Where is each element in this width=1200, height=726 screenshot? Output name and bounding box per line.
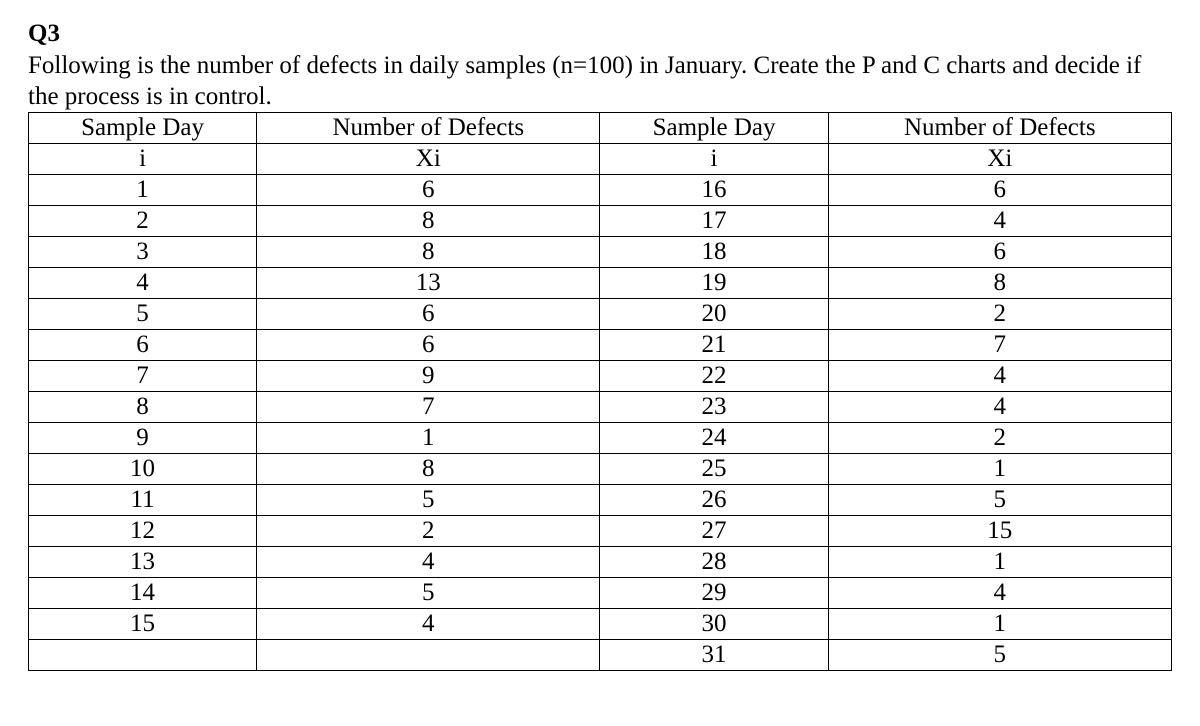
table-row: 38186	[29, 236, 1172, 267]
table-cell: 2	[828, 298, 1171, 329]
table-cell: 1	[257, 422, 600, 453]
table-cell: 4	[257, 608, 600, 639]
question-label: Q3	[28, 20, 1172, 48]
table-cell: 7	[828, 329, 1171, 360]
table-cell: 8	[828, 267, 1171, 298]
table-cell: 21	[600, 329, 828, 360]
table-cell: 16	[600, 174, 828, 205]
table-cell: 2	[828, 422, 1171, 453]
table-cell: 29	[600, 577, 828, 608]
table-cell: 10	[29, 453, 257, 484]
table-cell: 18	[600, 236, 828, 267]
table-row: 87234	[29, 391, 1172, 422]
table-cell: 5	[257, 484, 600, 515]
table-cell: 20	[600, 298, 828, 329]
table-cell: 5	[257, 577, 600, 608]
table-cell: 5	[29, 298, 257, 329]
table-cell: 25	[600, 453, 828, 484]
table-cell: 8	[257, 453, 600, 484]
table-cell: 3	[29, 236, 257, 267]
table-cell: 22	[600, 360, 828, 391]
table-header-row-1: Sample Day Number of Defects Sample Day …	[29, 112, 1172, 143]
table-row: 28174	[29, 205, 1172, 236]
table-cell: 1	[828, 608, 1171, 639]
table-cell: 19	[600, 267, 828, 298]
table-cell: 26	[600, 484, 828, 515]
table-cell: 9	[29, 422, 257, 453]
table-row: 56202	[29, 298, 1172, 329]
table-row: 16166	[29, 174, 1172, 205]
table-row: 108251	[29, 453, 1172, 484]
table-cell: 7	[257, 391, 600, 422]
table-cell: 12	[29, 515, 257, 546]
table-cell: 31	[600, 639, 828, 670]
table-cell: 28	[600, 546, 828, 577]
table-cell: 4	[828, 391, 1171, 422]
table-row: 91242	[29, 422, 1172, 453]
table-cell: 14	[29, 577, 257, 608]
table-cell: 8	[29, 391, 257, 422]
table-cell: 2	[29, 205, 257, 236]
table-cell: 6	[257, 329, 600, 360]
table-cell: 1	[29, 174, 257, 205]
table-cell: 8	[257, 205, 600, 236]
table-cell: 17	[600, 205, 828, 236]
table-row: 154301	[29, 608, 1172, 639]
header-sample-day-2: Sample Day	[600, 112, 828, 143]
table-cell: 27	[600, 515, 828, 546]
table-cell: 5	[828, 484, 1171, 515]
table-row: 79224	[29, 360, 1172, 391]
table-cell: 4	[828, 205, 1171, 236]
table-row: 315	[29, 639, 1172, 670]
table-cell: 6	[828, 236, 1171, 267]
table-cell: 7	[29, 360, 257, 391]
table-row: 413198	[29, 267, 1172, 298]
table-cell: 1	[828, 546, 1171, 577]
table-cell: 11	[29, 484, 257, 515]
table-cell: 4	[828, 577, 1171, 608]
table-cell	[257, 639, 600, 670]
table-cell: 6	[257, 298, 600, 329]
table-cell: 15	[29, 608, 257, 639]
question-text: Following is the number of defects in da…	[28, 50, 1172, 113]
table-cell: 6	[257, 174, 600, 205]
table-cell: 4	[29, 267, 257, 298]
table-cell: 13	[29, 546, 257, 577]
table-header-row-2: i Xi i Xi	[29, 143, 1172, 174]
table-cell: 5	[828, 639, 1171, 670]
table-cell: 6	[29, 329, 257, 360]
table-row: 134281	[29, 546, 1172, 577]
table-cell: 24	[600, 422, 828, 453]
table-cell: 6	[828, 174, 1171, 205]
table-cell: 4	[257, 546, 600, 577]
table-cell: 23	[600, 391, 828, 422]
table-row: 145294	[29, 577, 1172, 608]
defects-table: Sample Day Number of Defects Sample Day …	[28, 112, 1172, 671]
header-xi-1: Xi	[257, 143, 600, 174]
header-defects-1: Number of Defects	[257, 112, 600, 143]
table-row: 1222715	[29, 515, 1172, 546]
table-cell: 15	[828, 515, 1171, 546]
header-defects-2: Number of Defects	[828, 112, 1171, 143]
header-xi-2: Xi	[828, 143, 1171, 174]
table-cell: 2	[257, 515, 600, 546]
table-cell: 13	[257, 267, 600, 298]
table-cell	[29, 639, 257, 670]
table-row: 66217	[29, 329, 1172, 360]
table-cell: 4	[828, 360, 1171, 391]
table-row: 115265	[29, 484, 1172, 515]
header-sample-day-1: Sample Day	[29, 112, 257, 143]
table-cell: 1	[828, 453, 1171, 484]
table-cell: 8	[257, 236, 600, 267]
table-cell: 9	[257, 360, 600, 391]
header-i-2: i	[600, 143, 828, 174]
table-cell: 30	[600, 608, 828, 639]
header-i-1: i	[29, 143, 257, 174]
